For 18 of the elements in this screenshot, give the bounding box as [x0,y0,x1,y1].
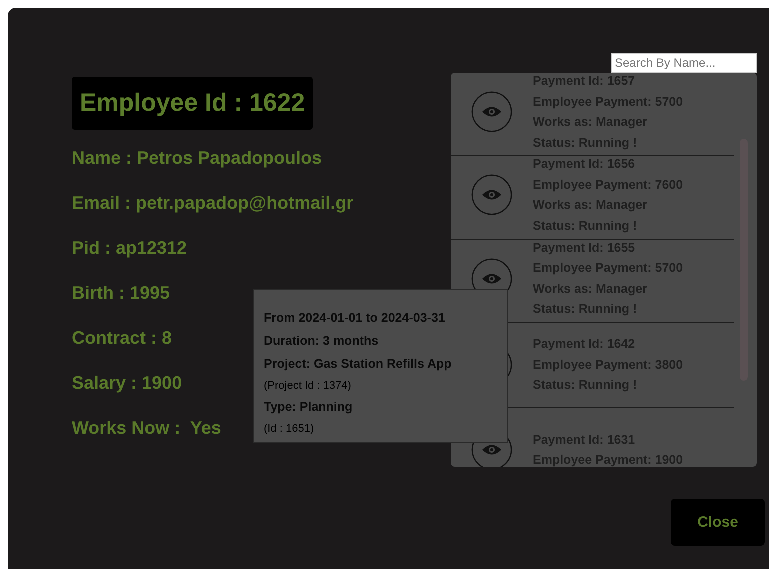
tooltip-text: (Id : 1651) [264,422,316,437]
view-icon[interactable] [471,91,513,133]
tooltip-text: Project: Gas Station Refills App [264,356,453,373]
tooltip-text: From 2024-01-01 to 2024-03-31 [264,310,446,327]
tooltip-text: Duration: 3 months [264,333,380,350]
employee-detail: Contract : 8 [72,327,172,349]
search-field[interactable]: Search By Name... [611,53,757,73]
employee-detail: Email : petr.papadop@hotmail.gr [72,192,354,214]
tooltip-text: (Project Id : 1374) [264,379,352,394]
view-icon[interactable] [471,174,513,216]
employee-detail: Name : Petros Papadopoulos [72,147,322,169]
employee-detail: Salary : 1900 [72,372,182,394]
employee-detail: Pid : ap12312 [72,237,188,259]
tooltip-text: Type: Planning [264,399,354,416]
employee-heading: Employee Id : 1622 [72,77,314,130]
employee-detail: Works Now : Yes [72,417,222,439]
close-button[interactable]: Close [671,499,765,546]
employee-detail: Birth : 1995 [72,282,170,304]
